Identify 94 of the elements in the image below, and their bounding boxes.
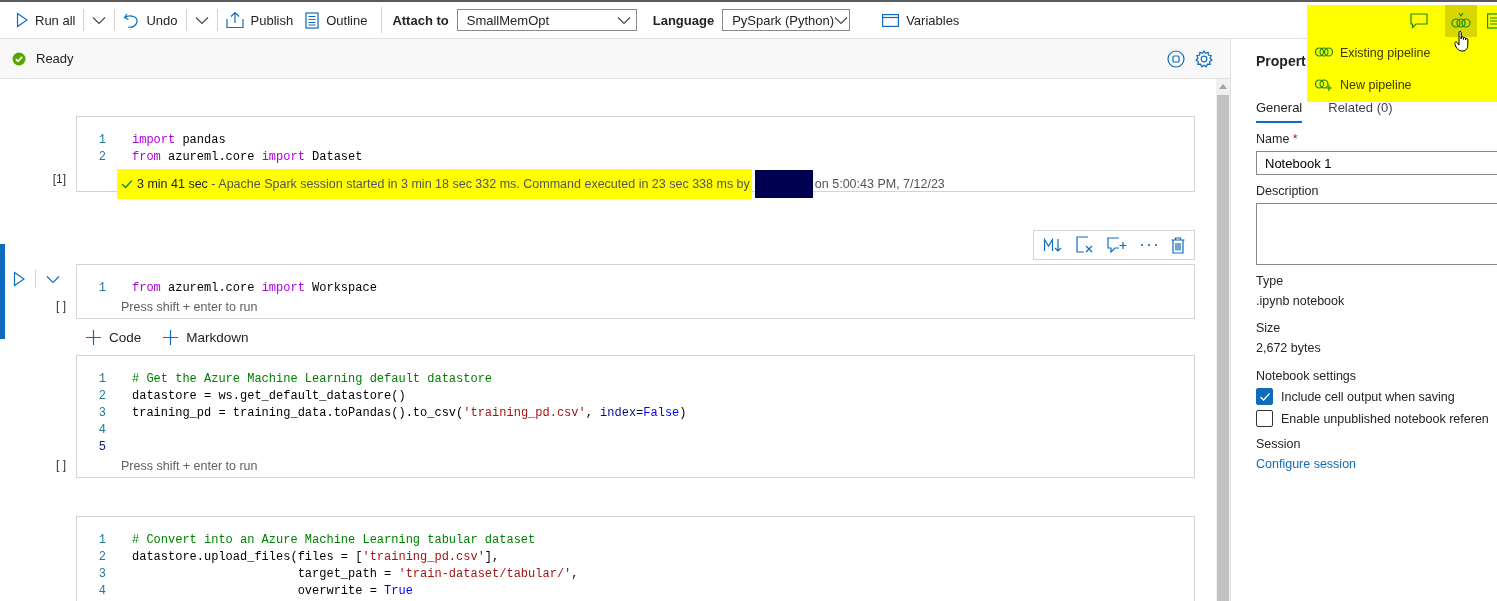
menu-item[interactable]: New pipeline bbox=[1307, 69, 1497, 101]
menu-item[interactable]: Existing pipeline bbox=[1307, 37, 1497, 69]
more-icon bbox=[1140, 243, 1158, 247]
line-number: 3 bbox=[97, 566, 107, 581]
markdown-icon bbox=[1043, 237, 1063, 253]
clear-output-icon bbox=[1076, 236, 1094, 254]
execution-count: [ ] bbox=[56, 458, 66, 472]
publish-button[interactable]: Publish bbox=[219, 6, 300, 34]
checkbox[interactable] bbox=[1256, 410, 1273, 427]
panel-title: Propert bbox=[1256, 53, 1306, 71]
pipeline-icon bbox=[1315, 46, 1333, 60]
variables-icon bbox=[882, 13, 900, 27]
code-line: overwrite = True bbox=[296, 583, 413, 598]
delete-icon bbox=[1171, 236, 1185, 254]
add-cell-button[interactable]: Code bbox=[86, 330, 142, 345]
code-line: from azureml.core import Dataset bbox=[132, 149, 363, 164]
code-line: datastore.upload_files(files = ['training_pd.csv'], bbox=[132, 549, 500, 564]
line-number: 1 bbox=[97, 371, 107, 386]
run-button[interactable]: Run all bbox=[10, 6, 82, 34]
field-label: Size bbox=[1256, 321, 1281, 335]
line-number: 4 bbox=[97, 422, 107, 437]
line-number: 5 bbox=[97, 439, 107, 454]
comment-icon bbox=[1410, 13, 1428, 29]
code-line: training_pd = training_data.toPandas().to_csv('training_pd.csv', index=False) bbox=[132, 405, 687, 420]
add-cell-button[interactable]: Markdown bbox=[163, 330, 249, 345]
undo-button[interactable]: Undo bbox=[117, 6, 184, 34]
variables-button[interactable]: Variables bbox=[876, 6, 966, 34]
configure-session-link[interactable]: Configure session bbox=[1256, 457, 1357, 471]
section-label: Session bbox=[1256, 437, 1301, 451]
line-number: 1 bbox=[97, 132, 107, 147]
language-dropdown[interactable]: PySpark (Python) bbox=[722, 9, 851, 31]
stop-icon bbox=[1167, 49, 1185, 68]
play-icon bbox=[16, 12, 28, 28]
pipeline-button[interactable] bbox=[1445, 5, 1477, 37]
chevron-down-icon bbox=[834, 15, 848, 25]
plus-icon bbox=[86, 330, 101, 345]
name-field[interactable]: Notebook 1 bbox=[1256, 151, 1497, 175]
play-icon bbox=[13, 271, 25, 287]
language-label: Language bbox=[652, 12, 715, 28]
line-number: 4 bbox=[97, 583, 107, 598]
code-line: from azureml.core import Workspace bbox=[132, 280, 377, 295]
pipeline-icon bbox=[1451, 12, 1471, 30]
attach-to-label: Attach to bbox=[392, 12, 449, 28]
status-text: Ready bbox=[36, 51, 74, 66]
list-icon bbox=[1487, 13, 1497, 29]
line-number: 2 bbox=[97, 549, 107, 564]
scrollbar[interactable] bbox=[1216, 79, 1230, 601]
add-pipeline-icon bbox=[1315, 78, 1333, 92]
line-number: 3 bbox=[97, 405, 107, 420]
add-comment-icon bbox=[1107, 236, 1127, 254]
code-line: # Convert into an Azure Machine Learning tabular dataset bbox=[132, 532, 536, 547]
run-hint: Press shift + enter to run bbox=[120, 458, 259, 473]
tab[interactable]: Related (0) bbox=[1328, 98, 1393, 123]
line-number: 1 bbox=[97, 280, 107, 295]
code-line: import pandas bbox=[132, 132, 226, 147]
description-field[interactable] bbox=[1256, 203, 1497, 265]
run-hint: Press shift + enter to run bbox=[120, 299, 259, 314]
checkbox[interactable] bbox=[1256, 388, 1273, 405]
upload-icon bbox=[225, 11, 244, 29]
execution-count: [1] bbox=[52, 172, 66, 186]
field-label: Description bbox=[1256, 184, 1319, 198]
execution-count: [ ] bbox=[56, 299, 66, 313]
chevron-down-icon bbox=[616, 15, 631, 25]
tab[interactable]: General bbox=[1256, 98, 1303, 123]
attach-to-dropdown[interactable]: SmallMemOpt bbox=[456, 9, 637, 31]
checkmark-icon bbox=[1258, 391, 1271, 402]
line-number: 2 bbox=[97, 388, 107, 403]
checkbox-label: Include cell output when saving bbox=[1281, 389, 1455, 404]
checkmark-icon bbox=[121, 179, 133, 189]
collapse-button[interactable] bbox=[46, 274, 60, 284]
chevron-down-icon bbox=[194, 15, 209, 25]
hand-cursor-icon bbox=[1454, 30, 1470, 52]
field-value: 2,672 bytes bbox=[1256, 341, 1321, 355]
code-line: datastore = ws.get_default_datastore() bbox=[132, 388, 406, 403]
document-list-icon bbox=[305, 11, 320, 29]
field-label: Name * bbox=[1256, 132, 1298, 146]
chevron-down-icon bbox=[92, 15, 107, 25]
undo-icon bbox=[123, 11, 140, 29]
checkbox-label: Enable unpublished notebook referen bbox=[1281, 411, 1489, 426]
status-check-icon bbox=[12, 51, 26, 66]
output-message: 3 min 41 sec - Apache Spark session started in 3 min 18 sec 332 ms. Command executed in 23 sec 338 ms by bbox=[137, 177, 750, 191]
output-timestamp: on 5:00:43 PM, 7/12/23 bbox=[814, 177, 945, 191]
settings-icon bbox=[1195, 49, 1213, 68]
field-value: .ipynb notebook bbox=[1256, 294, 1345, 308]
code-line: target_path = 'train-dataset/tabular/', bbox=[296, 566, 579, 581]
code-line: # Get the Azure Machine Learning default datastore bbox=[132, 371, 493, 386]
line-number: 2 bbox=[97, 149, 107, 164]
field-label: Type bbox=[1256, 274, 1284, 288]
section-label: Notebook settings bbox=[1256, 369, 1357, 383]
plus-icon bbox=[163, 330, 179, 345]
chevron-down-icon bbox=[46, 274, 60, 284]
outline-button[interactable]: Outline bbox=[299, 6, 374, 34]
run-cell-button[interactable] bbox=[13, 271, 25, 287]
line-number: 1 bbox=[97, 532, 107, 547]
